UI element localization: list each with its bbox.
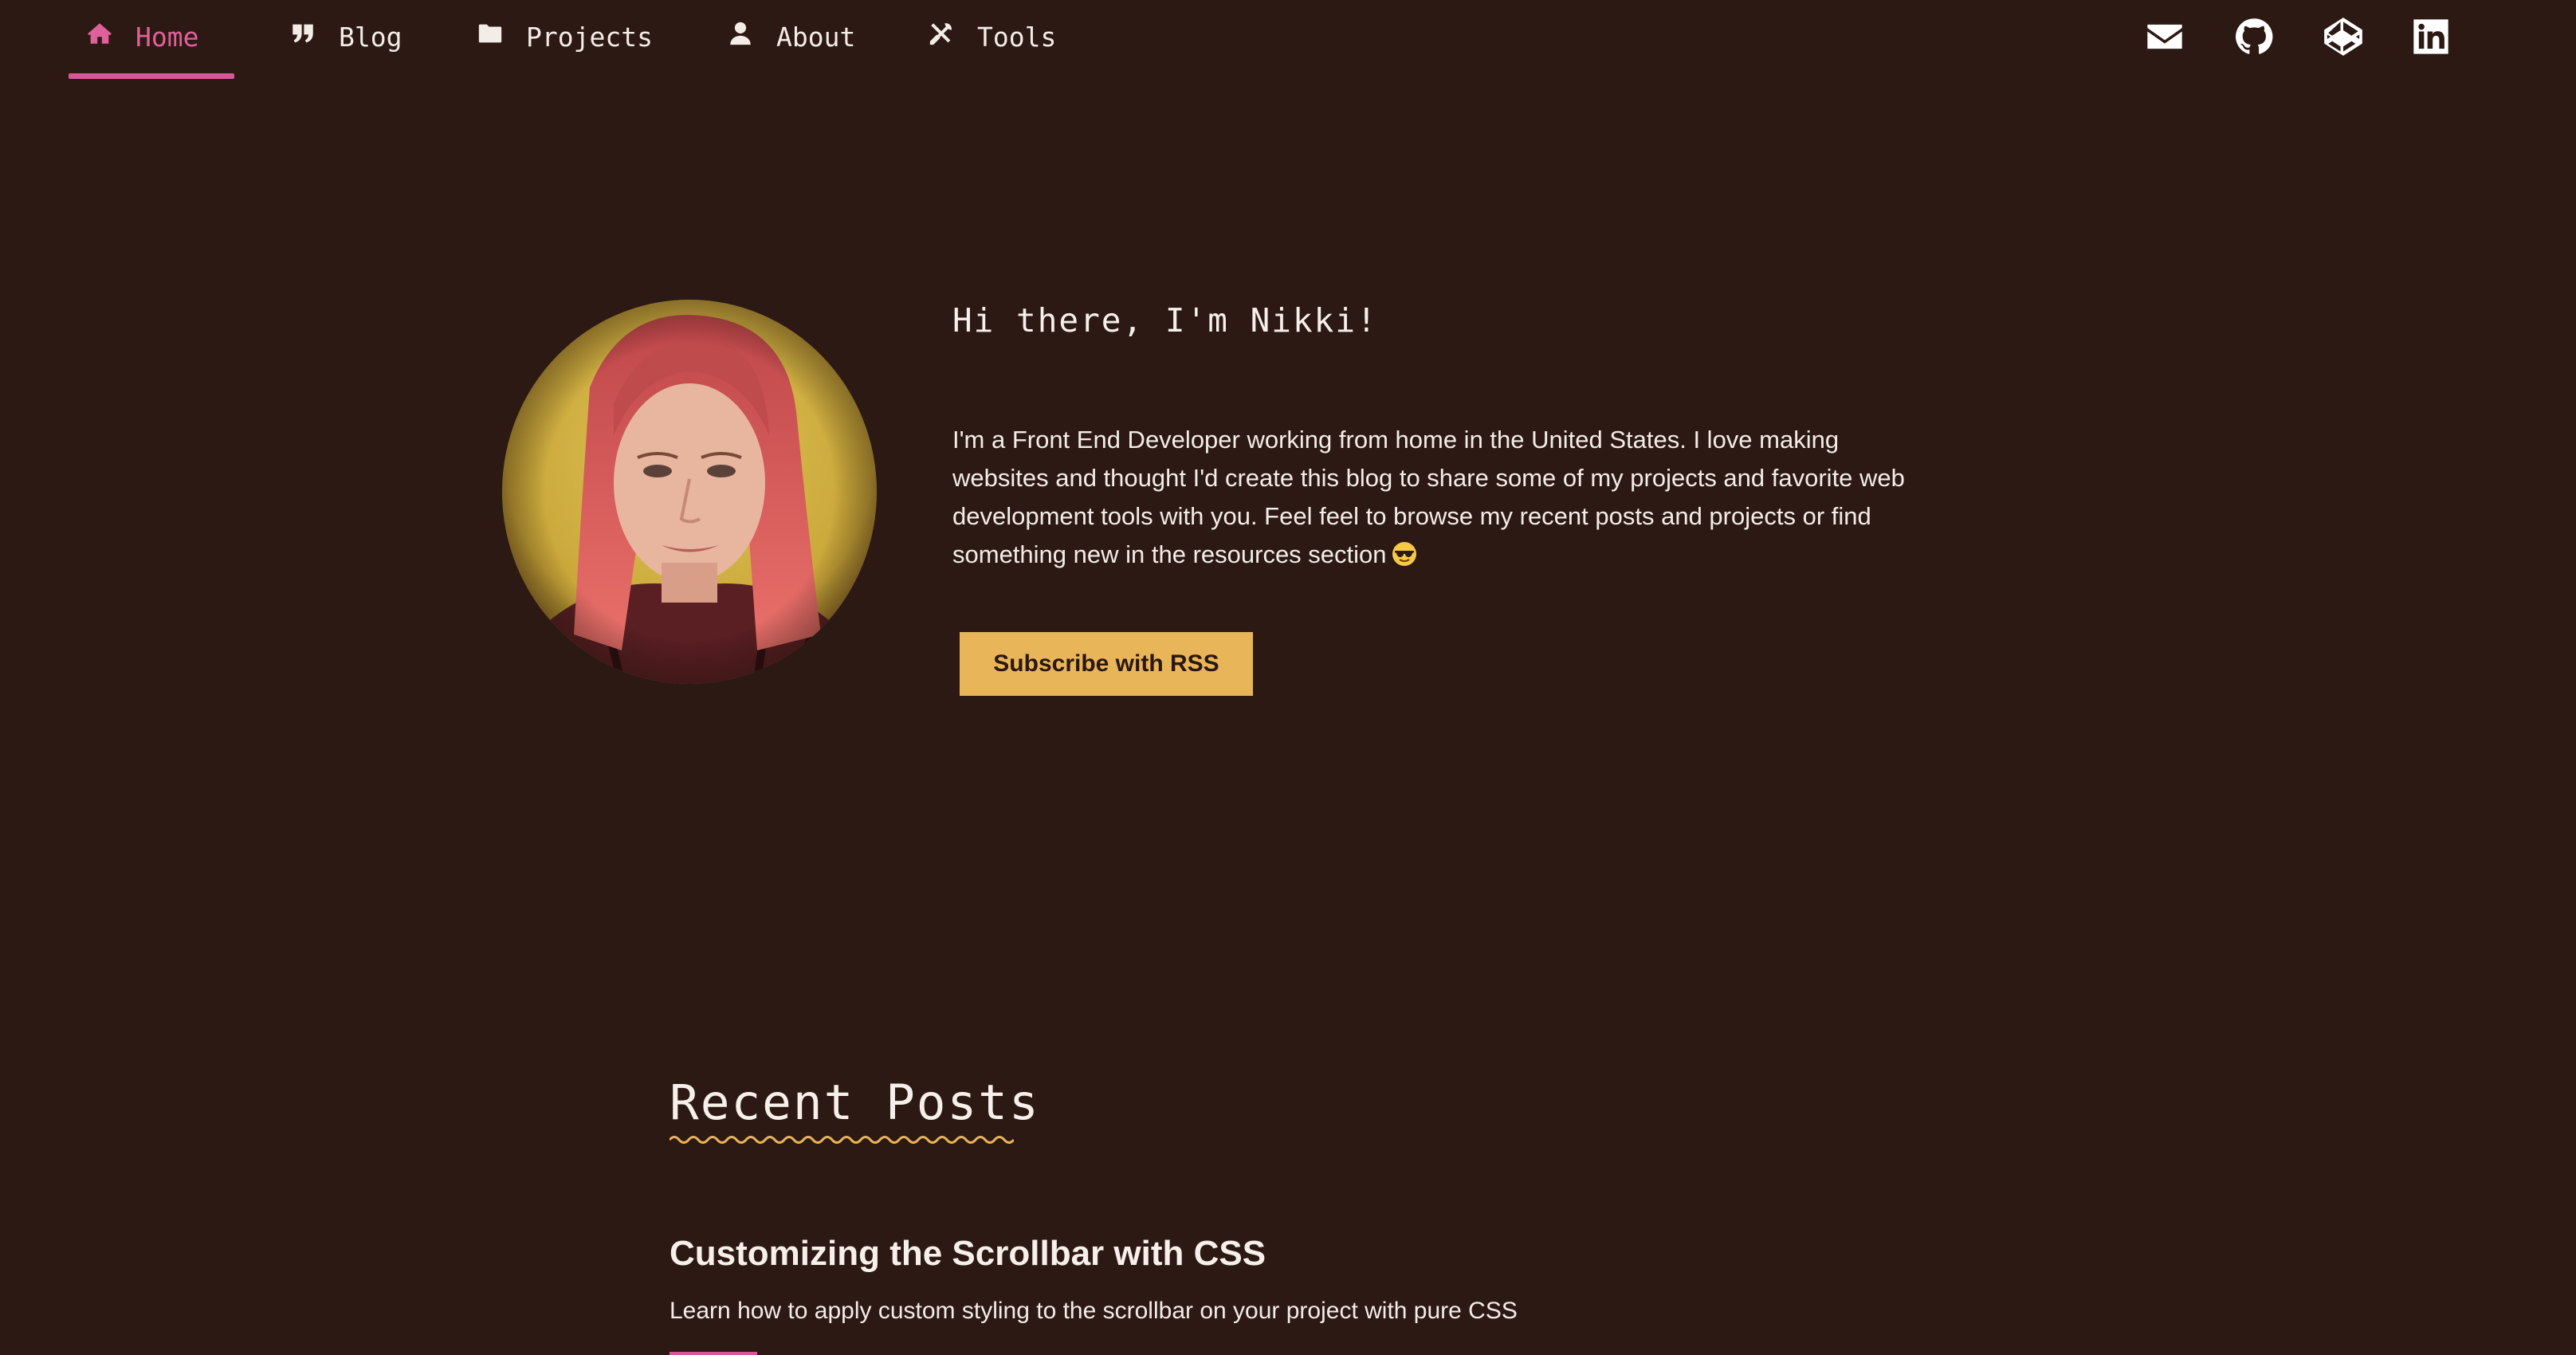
nav-projects[interactable]: Projects (477, 0, 653, 80)
nav-blog-label: Blog (339, 21, 402, 53)
heading-squiggle-underline (670, 1136, 1014, 1144)
hero-intro-text: I'm a Front End Developer working from h… (952, 426, 1905, 568)
subscribe-rss-button[interactable]: Subscribe with RSS (960, 632, 1253, 696)
hero-title: Hi there, I'm Nikki! (952, 301, 1378, 340)
linkedin-icon (2410, 16, 2452, 61)
nav-tools-label: Tools (977, 21, 1057, 53)
nav-projects-label: Projects (526, 21, 653, 53)
post-title-link[interactable]: Customizing the Scrollbar with CSS (670, 1234, 1266, 1274)
nav-home[interactable]: Home (86, 0, 198, 80)
active-tab-indicator (69, 73, 234, 79)
sunglasses-emoji-icon (1392, 542, 1416, 566)
folder-icon (477, 20, 504, 53)
user-icon (727, 20, 754, 53)
email-link[interactable] (2142, 16, 2187, 61)
top-nav: Home Blog Projects About Tools (0, 0, 2576, 80)
home-icon (86, 20, 113, 53)
nav-tools[interactable]: Tools (928, 0, 1056, 80)
post-description: Learn how to apply custom styling to the… (670, 1298, 1518, 1324)
tools-icon (928, 20, 955, 53)
quote-icon (289, 20, 316, 53)
post-tag-badge[interactable] (670, 1352, 757, 1355)
codepen-icon (2323, 16, 2364, 61)
nav-about[interactable]: About (727, 0, 855, 80)
nav-about-label: About (776, 21, 856, 53)
hero-intro: I'm a Front End Developer working from h… (952, 421, 1941, 574)
profile-photo (502, 300, 877, 684)
github-icon (2233, 16, 2275, 61)
linkedin-link[interactable] (2409, 16, 2453, 61)
recent-posts-heading: Recent Posts (670, 1074, 1040, 1131)
nav-home-label: Home (135, 21, 199, 53)
email-icon (2144, 16, 2185, 61)
github-link[interactable] (2232, 16, 2276, 61)
codepen-link[interactable] (2321, 16, 2366, 61)
nav-blog[interactable]: Blog (289, 0, 402, 80)
